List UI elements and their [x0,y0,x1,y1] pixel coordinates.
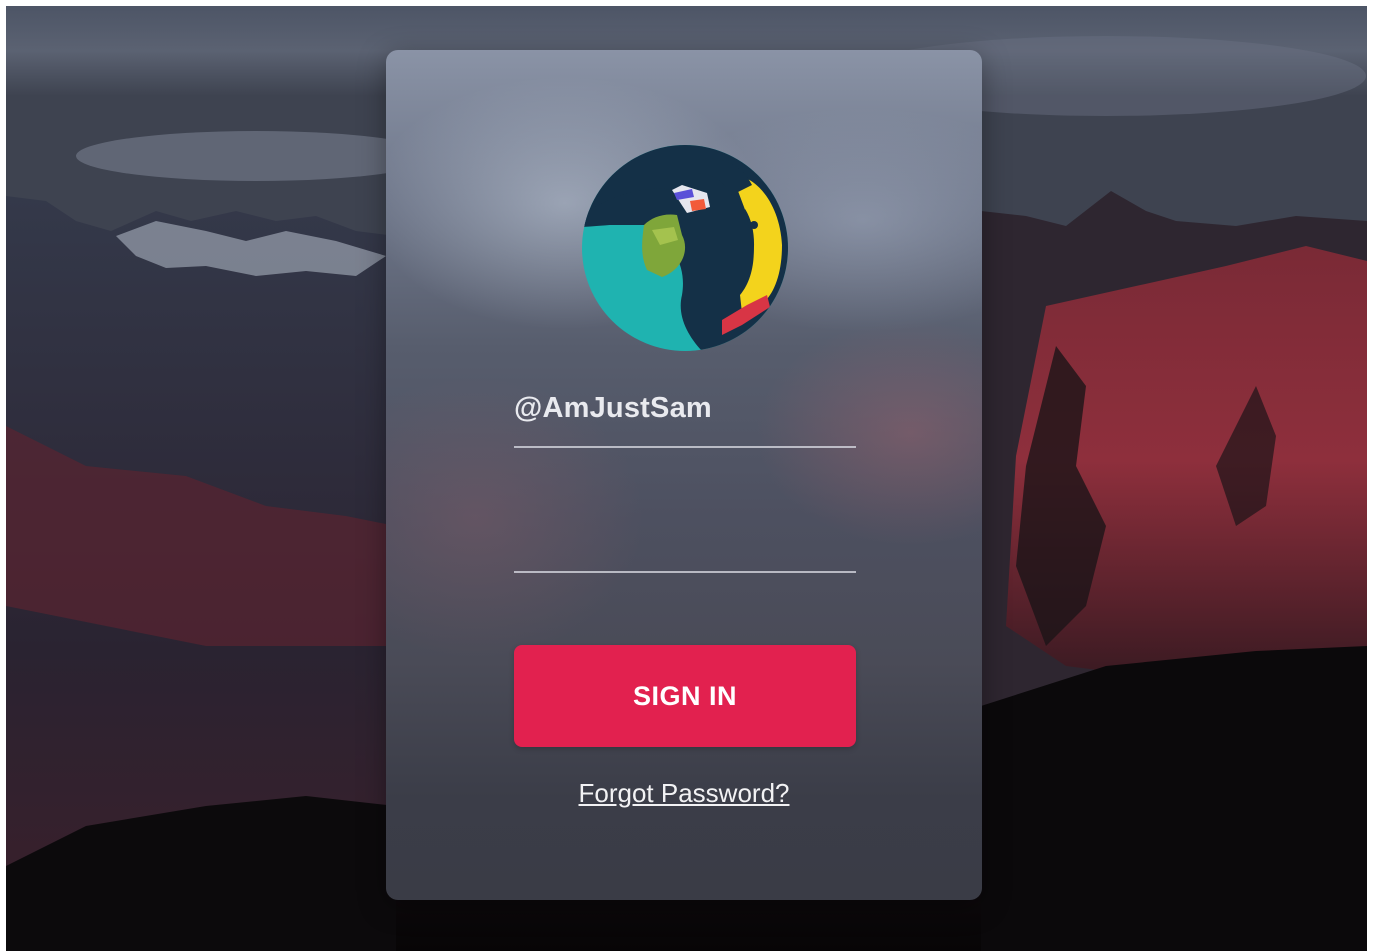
sign-in-button[interactable]: SIGN IN [514,645,856,747]
username-field[interactable]: @AmJustSam [514,378,856,448]
login-card: @AmJustSam SIGN IN Forgot Password? [386,50,982,900]
avatar-illustration-icon [582,145,788,351]
user-avatar [582,145,788,351]
password-field[interactable] [514,505,856,573]
mountain-background: @AmJustSam SIGN IN Forgot Password? [6,6,1367,951]
username-value: @AmJustSam [514,392,712,424]
forgot-password-link[interactable]: Forgot Password? [386,778,982,809]
